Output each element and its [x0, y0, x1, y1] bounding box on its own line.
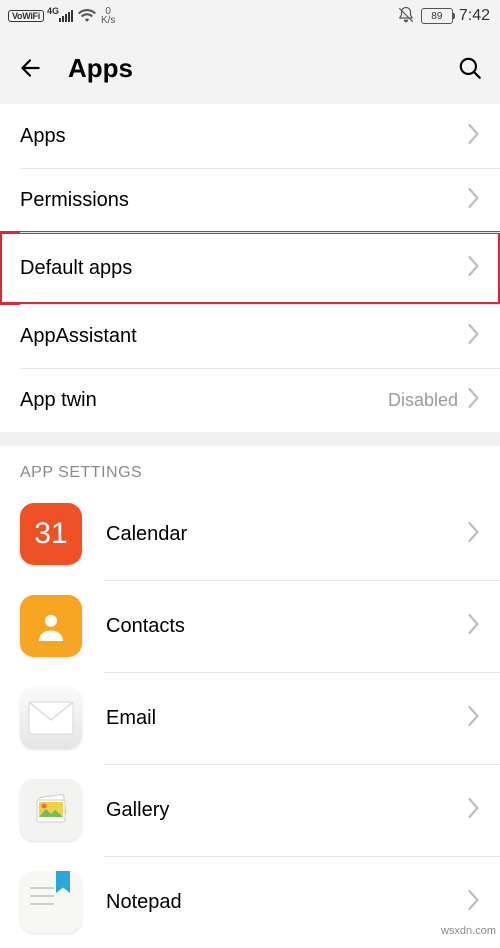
app-label: Gallery [106, 799, 468, 822]
row-label: AppAssistant [20, 325, 468, 348]
app-settings-section: APP SETTINGS 31 Calendar Contacts Email [0, 446, 500, 948]
chevron-right-icon [468, 890, 480, 915]
chevron-right-icon [468, 124, 480, 149]
battery-icon: 89 [421, 8, 453, 24]
page-title: Apps [68, 53, 456, 84]
chevron-right-icon [468, 706, 480, 731]
row-label: Permissions [20, 189, 468, 212]
chevron-right-icon [468, 614, 480, 639]
status-bar: VoWiFi 4G 0K/s 89 7:42 [0, 0, 500, 32]
chevron-right-icon [468, 388, 480, 413]
row-app-twin[interactable]: App twin Disabled [0, 368, 500, 432]
app-bar: Apps [0, 32, 500, 104]
app-row-email[interactable]: Email [0, 672, 500, 764]
app-label: Calendar [106, 523, 468, 546]
clock: 7:42 [459, 7, 490, 25]
watermark: wsxdn.com [441, 925, 496, 937]
row-apps[interactable]: Apps [0, 104, 500, 168]
net-speed: 0K/s [101, 7, 115, 25]
app-row-notepad[interactable]: Notepad [0, 856, 500, 948]
back-button[interactable] [16, 54, 44, 82]
row-value: Disabled [388, 390, 458, 411]
row-label: Default apps [20, 257, 468, 280]
chevron-right-icon [468, 324, 480, 349]
search-button[interactable] [456, 54, 484, 82]
app-label: Email [106, 707, 468, 730]
notepad-icon [20, 871, 82, 933]
chevron-right-icon [468, 798, 480, 823]
app-row-calendar[interactable]: 31 Calendar [0, 488, 500, 580]
row-label: Apps [20, 125, 468, 148]
settings-list: Apps Permissions Default apps AppAssista… [0, 104, 500, 432]
signal-4g-icon: 4G [49, 10, 73, 22]
row-app-assistant[interactable]: AppAssistant [0, 304, 500, 368]
contacts-icon [20, 595, 82, 657]
row-permissions[interactable]: Permissions [0, 168, 500, 232]
row-default-apps[interactable]: Default apps [0, 232, 500, 304]
vowifi-badge: VoWiFi [8, 10, 44, 22]
dnd-icon [397, 6, 415, 27]
email-icon [20, 687, 82, 749]
chevron-right-icon [468, 522, 480, 547]
app-label: Notepad [106, 891, 468, 914]
chevron-right-icon [468, 256, 480, 281]
wifi-icon [78, 8, 96, 25]
app-row-contacts[interactable]: Contacts [0, 580, 500, 672]
section-header: APP SETTINGS [0, 446, 500, 488]
chevron-right-icon [468, 188, 480, 213]
app-row-gallery[interactable]: Gallery [0, 764, 500, 856]
app-label: Contacts [106, 615, 468, 638]
calendar-icon: 31 [20, 503, 82, 565]
row-label: App twin [20, 389, 388, 412]
section-divider [0, 432, 500, 446]
gallery-icon [20, 779, 82, 841]
